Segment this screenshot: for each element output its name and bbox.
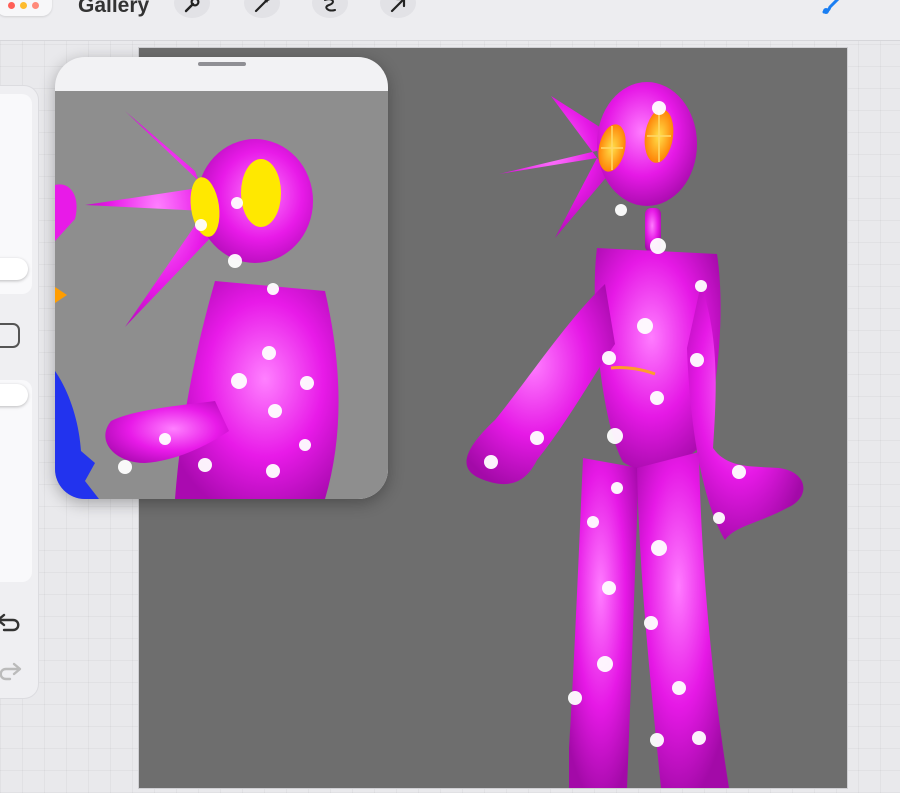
reference-artwork <box>55 111 339 499</box>
reference-image <box>55 91 388 499</box>
brush-size-knob[interactable] <box>0 258 28 280</box>
dot-icon <box>8 2 15 9</box>
dot-icon <box>32 2 39 9</box>
actions-button[interactable] <box>174 0 210 18</box>
transform-button[interactable] <box>380 0 416 18</box>
magic-wand-icon <box>254 0 270 13</box>
paintbrush-icon <box>822 0 840 14</box>
modify-button[interactable] <box>0 323 20 348</box>
undo-icon <box>0 613 20 632</box>
undo-button[interactable] <box>0 610 24 639</box>
selection-button[interactable] <box>312 0 348 18</box>
gallery-button[interactable]: Gallery <box>78 0 149 18</box>
redo-icon <box>0 662 22 681</box>
opacity-knob[interactable] <box>0 384 28 406</box>
wrench-icon <box>184 0 200 13</box>
selection-icon <box>324 0 336 12</box>
redo-button[interactable] <box>0 660 24 689</box>
app-menu-button[interactable] <box>0 0 52 16</box>
adjustments-button[interactable] <box>244 0 280 18</box>
brush-button[interactable] <box>820 0 846 21</box>
top-toolbar: Gallery <box>0 0 900 41</box>
transform-icon <box>390 0 406 13</box>
opacity-slider[interactable] <box>0 380 32 582</box>
reference-window[interactable] <box>55 57 388 499</box>
dot-icon <box>20 2 27 9</box>
reference-drag-handle[interactable] <box>198 62 246 66</box>
